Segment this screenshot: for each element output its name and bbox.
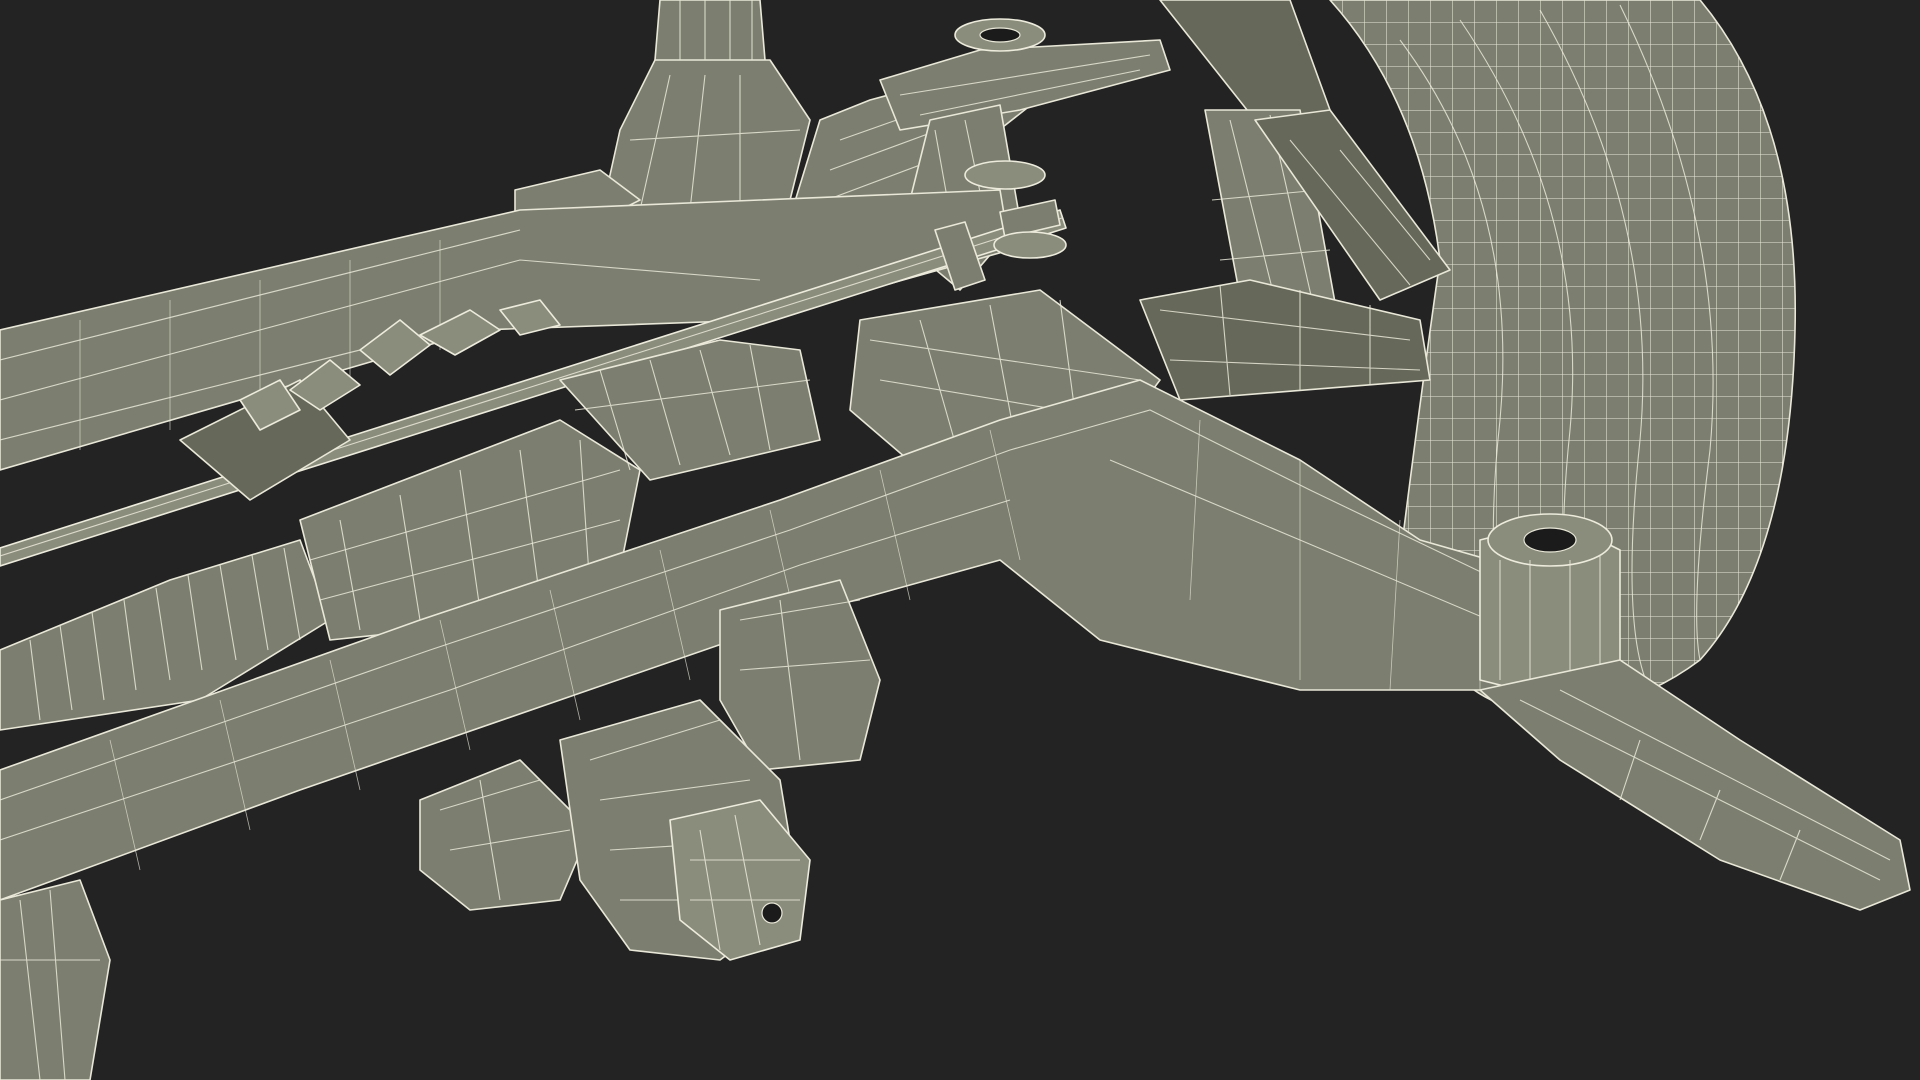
knuckle-bore-hole <box>1523 527 1577 553</box>
hub-center-hole <box>761 902 783 924</box>
wireframe-render <box>0 0 1911 1080</box>
render-viewport <box>0 0 1920 1080</box>
beam-lower-leg <box>0 879 111 1080</box>
spring-top-hole <box>979 27 1021 43</box>
